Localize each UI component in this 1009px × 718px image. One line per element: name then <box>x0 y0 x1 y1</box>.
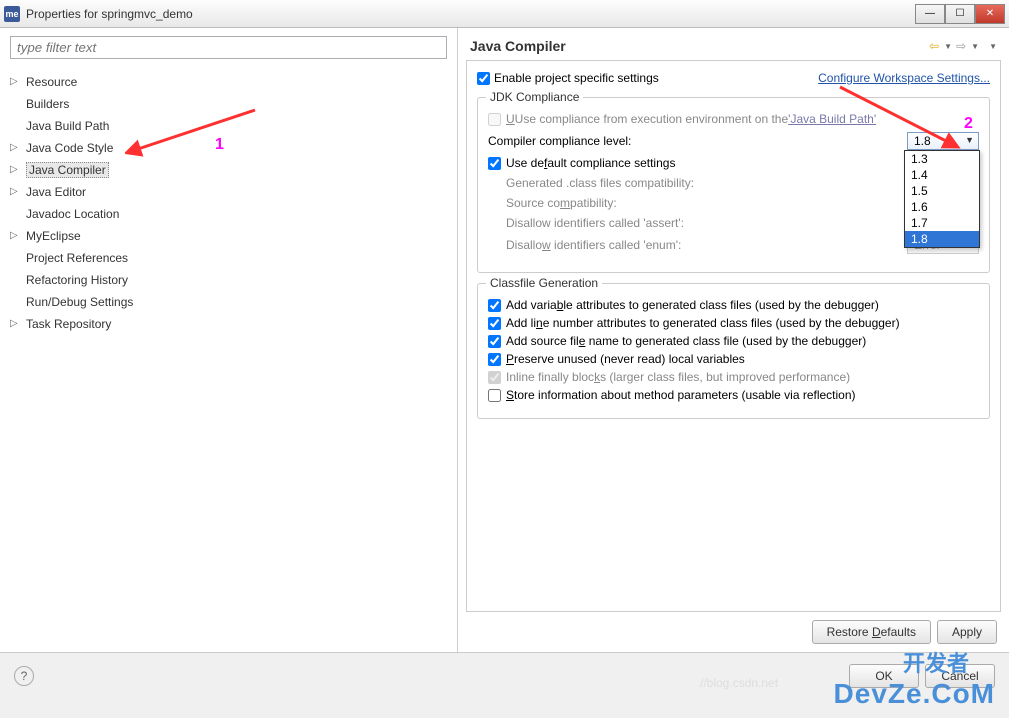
compliance-level-label: Compiler compliance level: <box>488 134 631 148</box>
dropdown-option-1-6[interactable]: 1.6 <box>905 199 979 215</box>
tree-item-resource[interactable]: Resource <box>10 71 447 93</box>
restore-defaults-button[interactable]: Restore Defaults <box>812 620 931 644</box>
menu-dropdown-icon[interactable]: ▼ <box>989 42 997 51</box>
add-src-file-label: Add source file name to generated class … <box>506 334 866 348</box>
tree-item-myeclipse[interactable]: MyEclipse <box>10 225 447 247</box>
use-exec-env-checkbox <box>488 113 501 126</box>
dropdown-option-1-3[interactable]: 1.3 <box>905 151 979 167</box>
add-var-attrs-label: Add variable attributes to generated cla… <box>506 298 879 312</box>
add-line-num-checkbox[interactable] <box>488 317 501 330</box>
preserve-unused-checkbox[interactable] <box>488 353 501 366</box>
classfile-generation-title: Classfile Generation <box>486 276 602 290</box>
tree-item-java-compiler[interactable]: Java Compiler <box>10 159 447 181</box>
classfile-generation-group: Classfile Generation Add variable attrib… <box>477 283 990 419</box>
annotation-number-2: 2 <box>964 115 973 133</box>
store-method-params-checkbox[interactable] <box>488 389 501 402</box>
apply-button[interactable]: Apply <box>937 620 997 644</box>
add-var-attrs-row: Add variable attributes to generated cla… <box>488 298 979 312</box>
compliance-level-select[interactable]: 1.8 <box>907 132 979 150</box>
property-tree: Resource Builders Java Build Path Java C… <box>0 67 457 339</box>
maximize-button[interactable]: ☐ <box>945 4 975 24</box>
jdk-compliance-group: JDK Compliance UUse compliance from exec… <box>477 97 990 273</box>
use-exec-env-row: UUse compliance from execution environme… <box>488 112 979 126</box>
back-dropdown-icon[interactable]: ▼ <box>944 42 952 51</box>
disallow-assert-label: Disallow identifiers called 'assert': <box>506 216 684 230</box>
right-panel: Java Compiler ⇦ ▼ ⇨ ▼ ▼ Enable project spe… <box>458 28 1009 652</box>
compliance-level-dropdown: 1.3 1.4 1.5 1.6 1.7 1.8 <box>904 150 980 248</box>
inline-finally-checkbox <box>488 371 501 384</box>
forward-icon[interactable]: ⇨ <box>956 39 966 53</box>
preserve-unused-row: Preserve unused (never read) local varia… <box>488 352 979 366</box>
page-title: Java Compiler <box>470 38 929 54</box>
annotation-number-1: 1 <box>215 136 224 154</box>
tree-item-java-code-style[interactable]: Java Code Style <box>10 137 447 159</box>
close-button[interactable]: ✕ <box>975 4 1005 24</box>
forward-dropdown-icon[interactable]: ▼ <box>971 42 979 51</box>
compliance-level-row: Compiler compliance level: 1.8 1.3 1.4 1… <box>488 132 979 150</box>
right-body: Enable project specific settings Configu… <box>466 60 1001 612</box>
preserve-unused-label: Preserve unused (never read) local varia… <box>506 352 745 366</box>
source-compat-label: Source compatibility: <box>506 196 617 210</box>
dropdown-option-1-7[interactable]: 1.7 <box>905 215 979 231</box>
java-build-path-link[interactable]: 'Java Build Path' <box>788 112 876 126</box>
watermark-en: DevZe.CoM <box>834 678 995 710</box>
jdk-compliance-title: JDK Compliance <box>486 90 583 104</box>
tree-item-javadoc-location[interactable]: Javadoc Location <box>10 203 447 225</box>
configure-workspace-link[interactable]: Configure Workspace Settings... <box>818 71 990 85</box>
use-default-compliance-label: Use default compliance settings <box>506 156 675 170</box>
window-controls: — ☐ ✕ <box>915 4 1005 24</box>
tree-item-task-repository[interactable]: Task Repository <box>10 313 447 335</box>
add-line-num-label: Add line number attributes to generated … <box>506 316 900 330</box>
enable-settings-row: Enable project specific settings Configu… <box>477 71 990 85</box>
watermark-faint: //blog.csdn.net <box>700 676 778 690</box>
tree-item-java-editor[interactable]: Java Editor <box>10 181 447 203</box>
dropdown-option-1-8[interactable]: 1.8 <box>905 231 979 247</box>
window-title: Properties for springmvc_demo <box>26 7 915 21</box>
right-header: Java Compiler ⇦ ▼ ⇨ ▼ ▼ <box>458 28 1009 60</box>
tree-item-run-debug-settings[interactable]: Run/Debug Settings <box>10 291 447 313</box>
tree-item-builders[interactable]: Builders <box>10 93 447 115</box>
dropdown-option-1-5[interactable]: 1.5 <box>905 183 979 199</box>
store-method-params-row: Store information about method parameter… <box>488 388 979 402</box>
add-line-num-row: Add line number attributes to generated … <box>488 316 979 330</box>
app-icon: me <box>4 6 20 22</box>
disallow-enum-label: Disallow identifiers called 'enum': <box>506 238 681 252</box>
tree-item-java-build-path[interactable]: Java Build Path <box>10 115 447 137</box>
dropdown-option-1-4[interactable]: 1.4 <box>905 167 979 183</box>
use-exec-env-label: UUse compliance from execution environme… <box>506 112 788 126</box>
nav-arrows: ⇦ ▼ ⇨ ▼ ▼ <box>929 39 997 53</box>
use-default-compliance-checkbox[interactable] <box>488 157 501 170</box>
enable-project-settings-checkbox[interactable] <box>477 72 490 85</box>
gen-class-compat-label: Generated .class files compatibility: <box>506 176 694 190</box>
inline-finally-label: Inline finally blocks (larger class file… <box>506 370 850 384</box>
add-src-file-row: Add source file name to generated class … <box>488 334 979 348</box>
add-var-attrs-checkbox[interactable] <box>488 299 501 312</box>
tree-item-refactoring-history[interactable]: Refactoring History <box>10 269 447 291</box>
watermark-cn: 开发者 <box>903 646 969 678</box>
filter-input[interactable] <box>10 36 447 59</box>
minimize-button[interactable]: — <box>915 4 945 24</box>
add-src-file-checkbox[interactable] <box>488 335 501 348</box>
main-content: Resource Builders Java Build Path Java C… <box>0 28 1009 652</box>
titlebar: me Properties for springmvc_demo — ☐ ✕ <box>0 0 1009 28</box>
tree-item-project-references[interactable]: Project References <box>10 247 447 269</box>
back-icon[interactable]: ⇦ <box>929 39 939 53</box>
left-panel: Resource Builders Java Build Path Java C… <box>0 28 458 652</box>
enable-project-settings-label: Enable project specific settings <box>494 71 659 85</box>
inline-finally-row: Inline finally blocks (larger class file… <box>488 370 979 384</box>
store-method-params-label: Store information about method parameter… <box>506 388 856 402</box>
help-icon[interactable]: ? <box>14 666 34 686</box>
